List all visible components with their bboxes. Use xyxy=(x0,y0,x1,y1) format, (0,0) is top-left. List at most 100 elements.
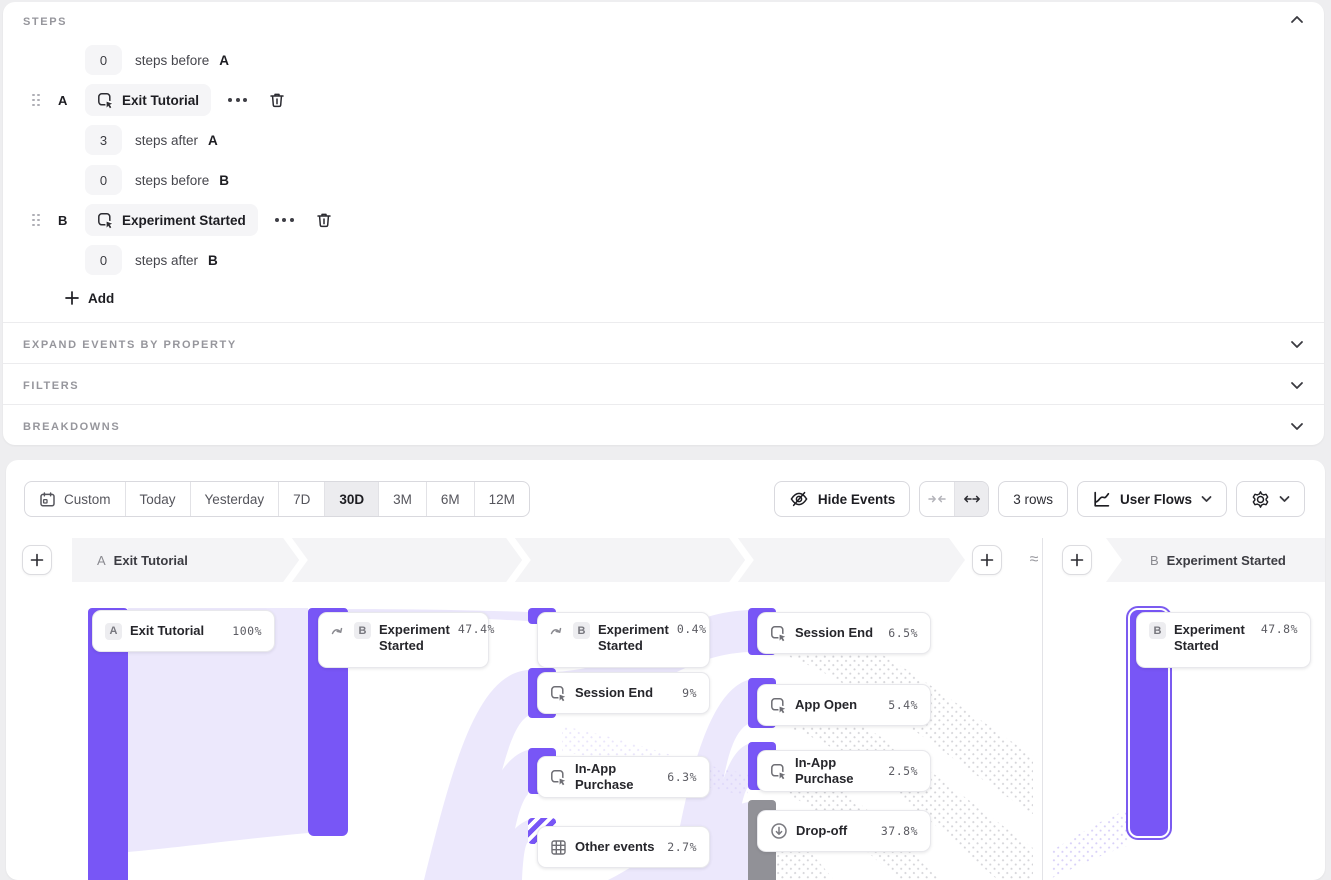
gear-icon xyxy=(1251,490,1270,509)
node-value: 5.4% xyxy=(888,698,918,712)
range-today[interactable]: Today xyxy=(125,482,190,516)
step-letter: A xyxy=(58,93,70,108)
gap-indicator: ≈ xyxy=(1012,538,1056,582)
section-breakdowns[interactable]: BREAKDOWNS xyxy=(3,404,1324,445)
flow-node-card[interactable]: App Open 5.4% xyxy=(757,684,931,726)
chevron-down-icon xyxy=(1290,421,1304,431)
event-click-icon xyxy=(97,92,114,109)
chart-toolbar-right: Hide Events 3 rows User Flows xyxy=(774,481,1305,517)
range-yesterday[interactable]: Yesterday xyxy=(190,482,279,516)
step-b-row: B Experiment Started xyxy=(3,200,1324,240)
drag-handle-icon[interactable] xyxy=(32,94,41,107)
chevron-down-icon xyxy=(1201,495,1212,503)
range-12m[interactable]: 12M xyxy=(474,482,529,516)
node-value: 9% xyxy=(682,686,697,700)
stage-a-label: A Exit Tutorial xyxy=(97,538,188,582)
node-name: Other events xyxy=(575,839,654,855)
settings-menu-button[interactable] xyxy=(1236,481,1305,517)
event-click-icon xyxy=(97,212,114,229)
more-options-icon[interactable] xyxy=(228,98,247,102)
node-name: Experiment Started xyxy=(598,622,669,655)
node-name: Exit Tutorial xyxy=(130,623,204,639)
drop-off-icon xyxy=(770,822,788,840)
section-label: BREAKDOWNS xyxy=(23,421,120,433)
trash-icon[interactable] xyxy=(315,211,333,229)
node-name: Session End xyxy=(575,685,653,701)
view-selector[interactable]: User Flows xyxy=(1077,481,1227,517)
flow-node-card[interactable]: B Experiment Started 0.4% xyxy=(537,612,710,668)
flow-node-card[interactable]: Drop-off 37.8% xyxy=(757,810,931,852)
eye-off-icon xyxy=(789,489,809,509)
event-chip-a[interactable]: Exit Tutorial xyxy=(85,84,211,116)
add-column-before-b-button[interactable] xyxy=(1062,545,1092,575)
range-3m[interactable]: 3M xyxy=(378,482,426,516)
stage-b-label: B Experiment Started xyxy=(1150,538,1286,582)
trash-icon[interactable] xyxy=(268,91,286,109)
event-click-icon xyxy=(550,685,567,702)
steps-before-a-row: 0 steps before A xyxy=(3,40,1324,80)
arrows-inward-icon xyxy=(928,492,946,506)
range-7d[interactable]: 7D xyxy=(278,482,324,516)
node-name: In-App Purchase xyxy=(575,761,659,794)
node-value: 37.8% xyxy=(881,824,918,838)
steps-title: STEPS xyxy=(23,16,67,28)
steps-before-b-input[interactable]: 0 xyxy=(85,165,122,195)
steps-count-label: steps before xyxy=(135,173,209,188)
collapse-columns-button[interactable] xyxy=(920,482,954,516)
plus-icon xyxy=(980,553,994,567)
steps-before-b-row: 0 steps before B xyxy=(3,160,1324,200)
event-click-icon xyxy=(770,697,787,714)
chevron-down-icon xyxy=(1290,380,1304,390)
flow-report-panel: Custom Today Yesterday 7D 30D 3M 6M 12M … xyxy=(6,460,1325,880)
more-options-icon[interactable] xyxy=(275,218,294,222)
range-6m[interactable]: 6M xyxy=(426,482,474,516)
steps-after-b-input[interactable]: 0 xyxy=(85,245,122,275)
node-value: 47.8% xyxy=(1261,622,1298,636)
node-value: 0.4% xyxy=(677,622,707,636)
flow-node-card[interactable]: B Experiment Started 47.8% xyxy=(1136,612,1311,668)
steps-section-header[interactable]: STEPS xyxy=(3,2,1324,38)
section-expand-events[interactable]: EXPAND EVENTS BY PROPERTY xyxy=(3,322,1324,363)
expand-columns-button[interactable] xyxy=(954,482,988,516)
node-value: 2.5% xyxy=(888,764,918,778)
rows-count-button[interactable]: 3 rows xyxy=(998,481,1068,517)
calendar-icon xyxy=(39,491,56,508)
flow-node-card[interactable]: A Exit Tutorial 100% xyxy=(92,610,275,652)
drag-handle-icon[interactable] xyxy=(32,214,41,227)
flow-node-card[interactable]: In-App Purchase 2.5% xyxy=(757,750,931,792)
event-name: Experiment Started xyxy=(122,213,246,228)
add-column-after-a-button[interactable] xyxy=(972,545,1002,575)
collapse-expand-control xyxy=(919,481,989,517)
plus-icon xyxy=(65,291,79,305)
steps-after-a-input[interactable]: 3 xyxy=(85,125,122,155)
section-label: EXPAND EVENTS BY PROPERTY xyxy=(23,339,237,351)
section-filters[interactable]: FILTERS xyxy=(3,363,1324,404)
node-value: 6.3% xyxy=(667,770,697,784)
event-name: Exit Tutorial xyxy=(122,93,199,108)
add-column-before-a-button[interactable] xyxy=(22,545,52,575)
flow-node-card[interactable]: In-App Purchase 6.3% xyxy=(537,756,710,798)
flow-node-card[interactable]: Other events 2.7% xyxy=(537,826,710,868)
node-name: In-App Purchase xyxy=(795,755,880,788)
step-badge: A xyxy=(105,623,122,640)
flow-node-card[interactable]: Session End 6.5% xyxy=(757,612,931,654)
event-chip-b[interactable]: Experiment Started xyxy=(85,204,258,236)
flow-node-card[interactable]: B Experiment Started 47.4% xyxy=(318,612,489,668)
chevron-up-icon[interactable] xyxy=(1290,15,1304,25)
steps-count-label: steps after xyxy=(135,253,198,268)
chevron-down-icon xyxy=(1279,495,1290,503)
flow-node-card[interactable]: Session End 9% xyxy=(537,672,710,714)
steps-after-a-row: 3 steps after A xyxy=(3,120,1324,160)
section-label: FILTERS xyxy=(23,380,79,392)
steps-before-a-input[interactable]: 0 xyxy=(85,45,122,75)
node-value: 6.5% xyxy=(888,626,918,640)
add-step-button[interactable]: Add xyxy=(65,280,114,316)
node-value: 2.7% xyxy=(667,840,697,854)
arrows-outward-icon xyxy=(963,492,981,506)
step-letter: B xyxy=(58,213,70,228)
add-label: Add xyxy=(88,291,114,306)
range-custom[interactable]: Custom xyxy=(25,482,125,516)
squiggle-arrow-icon xyxy=(331,625,346,637)
range-30d[interactable]: 30D xyxy=(324,482,378,516)
hide-events-button[interactable]: Hide Events xyxy=(774,481,910,517)
